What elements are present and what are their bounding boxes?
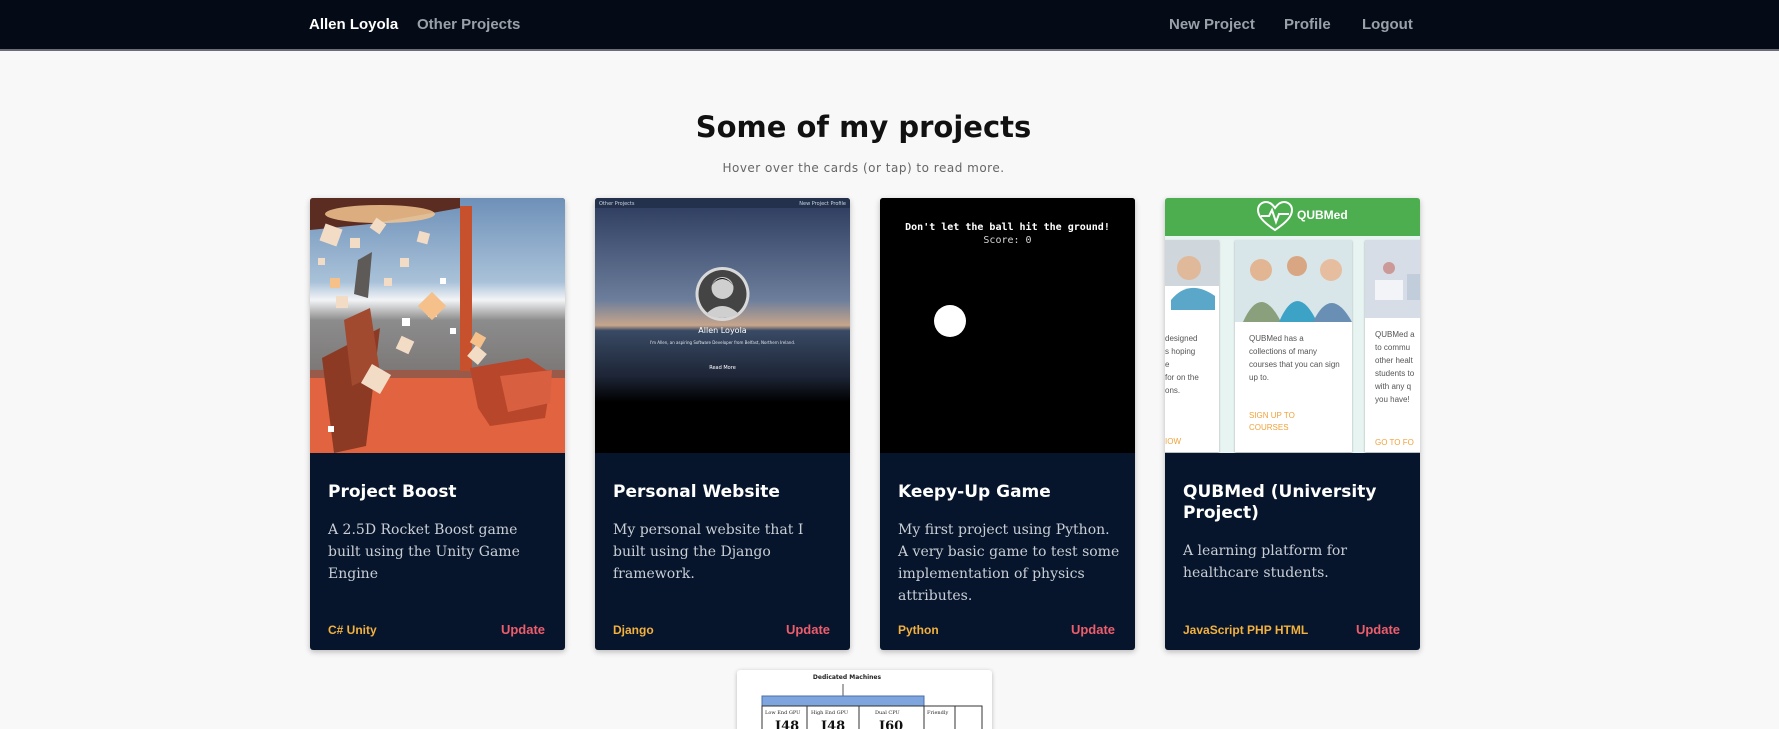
card-title: Personal Website bbox=[613, 482, 780, 502]
project-boost-preview-image bbox=[310, 198, 565, 453]
project-card-personal-website[interactable]: Other Projects New Project Profile Allen… bbox=[595, 198, 850, 650]
preview-read-more: Read More bbox=[709, 365, 736, 371]
nav-other-projects-link[interactable]: Other Projects bbox=[417, 16, 520, 33]
nav-new-project-link[interactable]: New Project bbox=[1169, 16, 1255, 33]
qubmed-preview-image: QUBMed designed s hoping e for on the on… bbox=[1165, 198, 1420, 453]
qubmed-course-card: QUBMed has a collections of many courses… bbox=[1235, 240, 1352, 452]
qubmed-card-link: GO TO FO bbox=[1375, 438, 1414, 447]
card-description: My personal website that I built using t… bbox=[613, 522, 804, 582]
preview-name: Allen Loyola bbox=[698, 326, 747, 335]
diagram-value: I48 bbox=[821, 719, 846, 729]
nav-profile-link[interactable]: Profile bbox=[1284, 16, 1331, 33]
card-tags: Python bbox=[898, 623, 939, 637]
project-card-boost[interactable]: Project Boost A 2.5D Rocket Boost game b… bbox=[310, 198, 565, 650]
card-title: Keepy-Up Game bbox=[898, 482, 1051, 502]
section-subtitle: Hover over the cards (or tap) to read mo… bbox=[722, 161, 1005, 175]
update-link[interactable]: Update bbox=[1356, 622, 1400, 637]
card-tags: JavaScript PHP HTML bbox=[1183, 623, 1309, 637]
card-description: A learning platform for healthcare stude… bbox=[1183, 543, 1348, 581]
qubmed-header: QUBMed bbox=[1165, 198, 1420, 236]
qubmed-course-card: designed s hoping e for on the ons. IOW bbox=[1165, 240, 1219, 452]
update-link[interactable]: Update bbox=[501, 622, 545, 637]
update-link[interactable]: Update bbox=[786, 622, 830, 637]
preview-nav-right: New Project Profile bbox=[799, 201, 846, 207]
diagram-cell: Low End GPU bbox=[765, 710, 801, 716]
project-card-qubmed[interactable]: QUBMed designed s hoping e for on the on… bbox=[1165, 198, 1420, 650]
preview-nav-left: Other Projects bbox=[599, 201, 635, 207]
card-description: My first project using Python. A very ba… bbox=[898, 522, 1120, 604]
qubmed-card-text: designed s hoping e for on the ons. bbox=[1165, 334, 1199, 395]
section-title: Some of my projects bbox=[695, 110, 1032, 144]
diagram-cell: High End GPU bbox=[811, 710, 849, 716]
project-card-keepy-up[interactable]: Don't let the ball hit the ground! Score… bbox=[880, 198, 1135, 650]
update-link[interactable]: Update bbox=[1071, 622, 1115, 637]
qubmed-card-link: SIGN UP TO COURSES bbox=[1249, 411, 1295, 432]
qubmed-card-text: QUBMed a to commu other healt students t… bbox=[1375, 330, 1415, 404]
qubmed-logo-text: QUBMed bbox=[1297, 208, 1348, 222]
qubmed-course-card: QUBMed a to commu other healt students t… bbox=[1365, 240, 1420, 452]
nav-logout-link[interactable]: Logout bbox=[1362, 16, 1413, 33]
diagram-cell: Dual CPU bbox=[875, 710, 900, 716]
diagram-value: I48 bbox=[775, 719, 800, 729]
top-navbar: Allen Loyola Other Projects New Project … bbox=[0, 0, 1779, 51]
card-tags: C# Unity bbox=[328, 623, 377, 637]
card-tags: Django bbox=[613, 623, 654, 637]
diagram-cell: Friendly bbox=[927, 710, 949, 716]
preview-tagline: I'm Allen, an aspiring Software Develope… bbox=[649, 340, 796, 345]
keepy-up-preview-image: Don't let the ball hit the ground! Score… bbox=[880, 198, 1135, 453]
card-title: Project Boost bbox=[328, 482, 457, 502]
qubmed-card-link: IOW bbox=[1165, 437, 1181, 446]
qubmed-card-text: QUBMed has a collections of many courses… bbox=[1249, 334, 1340, 382]
diagram-value: I60 bbox=[879, 719, 904, 729]
card-title: QUBMed (University Project) bbox=[1183, 482, 1377, 523]
ball-icon bbox=[934, 305, 966, 337]
heart-logo-icon bbox=[1256, 200, 1294, 232]
personal-website-preview-image: Other Projects New Project Profile Allen… bbox=[595, 198, 850, 453]
card-description: A 2.5D Rocket Boost game built using the… bbox=[328, 522, 520, 582]
project-card-dedicated-machines[interactable]: Dedicated Machines Low End GPU High End … bbox=[737, 670, 992, 729]
nav-brand-link[interactable]: Allen Loyola bbox=[309, 16, 398, 33]
